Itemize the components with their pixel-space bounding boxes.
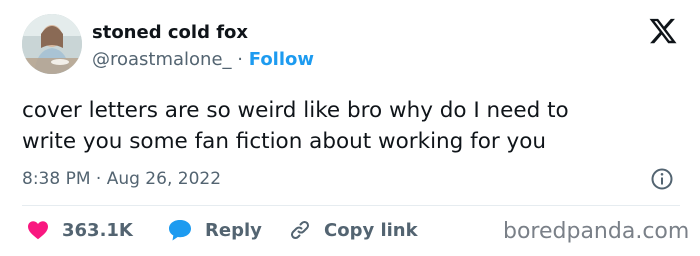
reply-button[interactable]: Reply bbox=[167, 217, 262, 243]
watermark: boredpanda.com bbox=[503, 219, 690, 244]
info-icon[interactable] bbox=[650, 167, 674, 191]
heart-icon bbox=[28, 221, 48, 240]
handle[interactable]: @roastmalone_ bbox=[92, 49, 232, 70]
avatar-image bbox=[22, 14, 82, 74]
divider bbox=[22, 205, 680, 206]
x-logo-icon[interactable] bbox=[648, 16, 678, 46]
timestamp[interactable]: 8:38 PM · Aug 26, 2022 bbox=[22, 167, 221, 191]
copy-link-button[interactable]: Copy link bbox=[288, 217, 418, 243]
tweet-line: write you some fan fiction about working… bbox=[22, 129, 547, 154]
author-meta: @roastmalone_ · Follow bbox=[92, 48, 314, 72]
follow-button[interactable]: Follow bbox=[249, 49, 314, 70]
reply-label: Reply bbox=[205, 219, 262, 241]
avatar[interactable] bbox=[22, 14, 82, 74]
tweet-text: cover letters are so weird like bro why … bbox=[22, 95, 682, 157]
like-button[interactable]: 363.1K bbox=[26, 217, 133, 243]
display-name[interactable]: stoned cold fox bbox=[92, 21, 248, 45]
copy-link-label: Copy link bbox=[324, 219, 418, 241]
speech-bubble-icon bbox=[169, 220, 191, 241]
likes-count: 363.1K bbox=[62, 219, 133, 241]
link-icon bbox=[290, 220, 310, 240]
tweet-line: cover letters are so weird like bro why … bbox=[22, 98, 569, 123]
separator-dot: · bbox=[237, 49, 244, 70]
